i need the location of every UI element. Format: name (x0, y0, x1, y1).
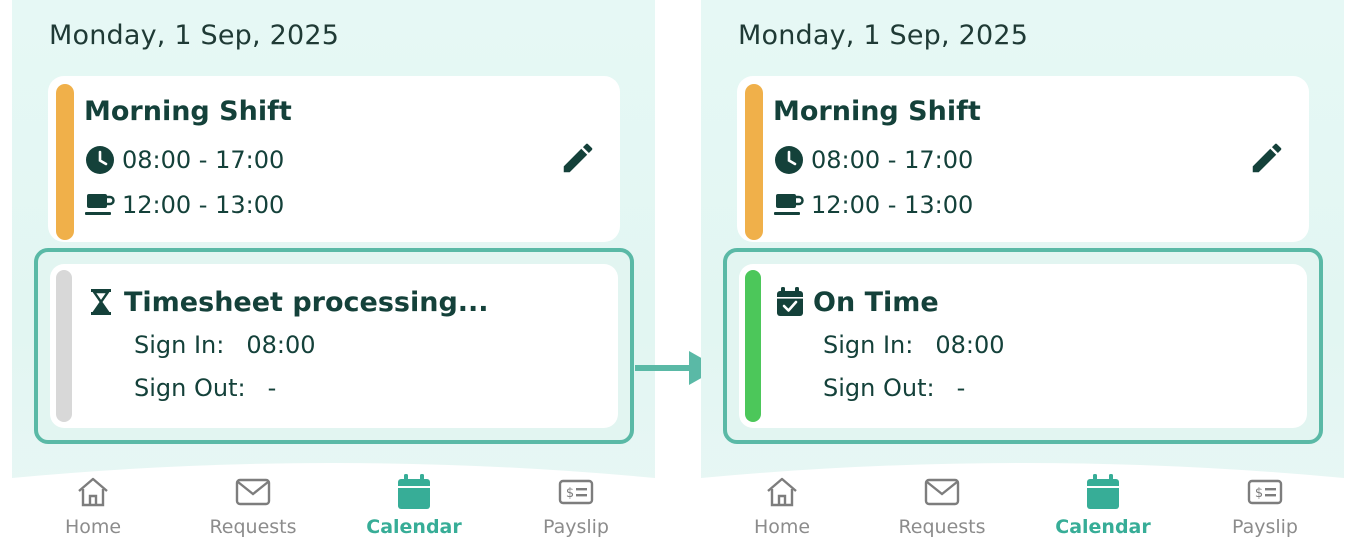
after-screen: Monday, 1 Sep, 2025 Morning Shift 08:00 … (701, 0, 1344, 546)
nav-home-label: Home (64, 516, 122, 538)
sign-in-row: Sign In: 08:00 (823, 331, 1005, 359)
envelope-icon (188, 474, 318, 510)
timesheet-accent-bar (56, 270, 72, 422)
sign-in-value: 08:00 (246, 331, 316, 359)
timesheet-card[interactable]: Timesheet processing... Sign In: 08:00 Si… (50, 264, 618, 428)
home-icon (717, 474, 847, 510)
edit-shift-button[interactable] (556, 138, 600, 182)
shift-time: 08:00 - 17:00 (811, 146, 974, 174)
hourglass-icon (86, 286, 116, 318)
shift-card[interactable]: Morning Shift 08:00 - 17:00 12:00 - 13:0… (737, 76, 1309, 242)
nav-calendar[interactable]: Calendar (349, 474, 479, 538)
shift-accent-bar (56, 84, 74, 240)
timesheet-highlight: On Time Sign In: 08:00 Sign Out: - (723, 248, 1323, 444)
shift-title: Morning Shift (84, 96, 292, 127)
coffee-icon (773, 189, 805, 221)
nav-calendar[interactable]: Calendar (1038, 474, 1168, 538)
nav-requests-label: Requests (898, 516, 986, 538)
nav-payslip[interactable]: $ Payslip (1200, 474, 1330, 538)
nav-home[interactable]: Home (28, 474, 158, 538)
timesheet-status: On Time (813, 286, 939, 318)
timesheet-status: Timesheet processing... (124, 286, 489, 318)
svg-text:$: $ (566, 486, 574, 501)
date-header: Monday, 1 Sep, 2025 (738, 20, 1029, 51)
envelope-icon (877, 474, 1007, 510)
sign-in-label: Sign In: (134, 331, 225, 359)
timesheet-status-row: Timesheet processing... (86, 286, 489, 318)
before-screen: Monday, 1 Sep, 2025 Morning Shift 08:00 … (12, 0, 655, 546)
shift-time-row: 08:00 - 17:00 (84, 144, 284, 176)
edit-shift-button[interactable] (1245, 138, 1289, 182)
timesheet-status-row: On Time (775, 286, 939, 318)
svg-text:$: $ (1255, 486, 1263, 501)
nav-calendar-label: Calendar (1055, 516, 1151, 538)
shift-break: 12:00 - 13:00 (811, 191, 974, 219)
shift-accent-bar (745, 84, 763, 240)
nav-requests[interactable]: Requests (188, 474, 318, 538)
calendar-icon (1038, 474, 1168, 510)
shift-time: 08:00 - 17:00 (122, 146, 285, 174)
bottom-nav: Home Requests Calendar $ Payslip (701, 456, 1344, 546)
date-header: Monday, 1 Sep, 2025 (49, 20, 340, 51)
nav-payslip-label: Payslip (542, 516, 609, 538)
nav-home-label: Home (753, 516, 811, 538)
pencil-icon (559, 139, 597, 181)
payslip-icon: $ (1200, 474, 1330, 510)
clock-icon (773, 144, 805, 176)
payslip-icon: $ (511, 474, 641, 510)
nav-requests[interactable]: Requests (877, 474, 1007, 538)
bottom-nav: Home Requests Calendar $ Payslip (12, 456, 655, 546)
sign-in-row: Sign In: 08:00 (134, 331, 316, 359)
shift-time-row: 08:00 - 17:00 (773, 144, 973, 176)
sign-in-label: Sign In: (823, 331, 914, 359)
sign-out-value: - (267, 374, 277, 402)
timesheet-card[interactable]: On Time Sign In: 08:00 Sign Out: - (739, 264, 1307, 428)
shift-title: Morning Shift (773, 96, 981, 127)
nav-payslip[interactable]: $ Payslip (511, 474, 641, 538)
sign-out-value: - (956, 374, 966, 402)
sign-out-label: Sign Out: (134, 374, 246, 402)
shift-break-row: 12:00 - 13:00 (84, 189, 284, 221)
home-icon (28, 474, 158, 510)
calendar-check-icon (775, 286, 805, 318)
coffee-icon (84, 189, 116, 221)
clock-icon (84, 144, 116, 176)
nav-calendar-label: Calendar (366, 516, 462, 538)
timesheet-accent-bar (745, 270, 761, 422)
sign-out-row: Sign Out: - (823, 374, 965, 402)
sign-out-label: Sign Out: (823, 374, 935, 402)
calendar-icon (349, 474, 479, 510)
sign-out-row: Sign Out: - (134, 374, 276, 402)
nav-requests-label: Requests (209, 516, 297, 538)
shift-break: 12:00 - 13:00 (122, 191, 285, 219)
shift-card[interactable]: Morning Shift 08:00 - 17:00 12:00 - 13:0… (48, 76, 620, 242)
nav-home[interactable]: Home (717, 474, 847, 538)
timesheet-highlight: Timesheet processing... Sign In: 08:00 Si… (34, 248, 634, 444)
shift-break-row: 12:00 - 13:00 (773, 189, 973, 221)
nav-payslip-label: Payslip (1231, 516, 1298, 538)
pencil-icon (1248, 139, 1286, 181)
sign-in-value: 08:00 (935, 331, 1005, 359)
